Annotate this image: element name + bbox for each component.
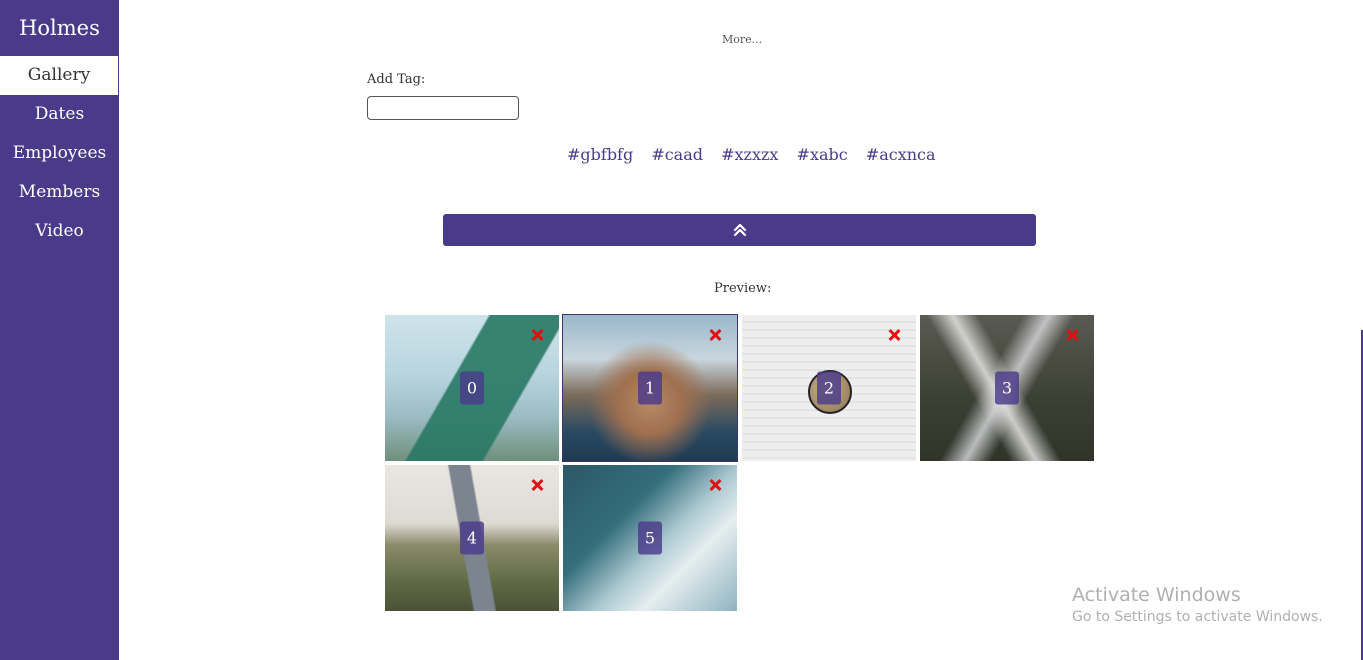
- more-link[interactable]: More...: [722, 33, 762, 46]
- watermark-title: Activate Windows: [1072, 584, 1241, 606]
- close-icon[interactable]: [709, 479, 721, 491]
- close-icon[interactable]: [709, 329, 721, 341]
- image-index-badge: 0: [460, 371, 484, 405]
- close-icon[interactable]: [531, 479, 543, 491]
- tag-item[interactable]: #caad: [651, 145, 703, 164]
- image-index-badge: 1: [638, 371, 662, 405]
- gallery-image-selected[interactable]: 1: [562, 314, 738, 462]
- tag-input[interactable]: [367, 96, 519, 120]
- add-tag-label: Add Tag:: [367, 72, 426, 87]
- gallery-image[interactable]: 2: [742, 315, 916, 461]
- gallery-image[interactable]: 5: [563, 465, 737, 611]
- sidebar-item-members[interactable]: Members: [0, 173, 119, 212]
- close-icon[interactable]: [531, 329, 543, 341]
- brand-title: Holmes: [19, 16, 100, 40]
- tag-list: #gbfbfg #caad #xzxzx #xabc #acxnca: [567, 145, 949, 164]
- double-chevron-up-icon: [733, 223, 746, 237]
- tag-item[interactable]: #xabc: [797, 145, 848, 164]
- preview-label: Preview:: [714, 281, 772, 296]
- image-index-badge: 2: [817, 371, 841, 405]
- gallery-image[interactable]: 3: [920, 315, 1094, 461]
- sidebar-item-video[interactable]: Video: [0, 212, 119, 251]
- tag-item[interactable]: #xzxzx: [721, 145, 778, 164]
- gallery-image[interactable]: 0: [385, 315, 559, 461]
- collapse-button[interactable]: [443, 214, 1036, 246]
- close-icon[interactable]: [888, 329, 900, 341]
- watermark-subtitle: Go to Settings to activate Windows.: [1072, 609, 1323, 625]
- image-index-badge: 5: [638, 521, 662, 555]
- sidebar-item-gallery[interactable]: Gallery: [0, 56, 118, 95]
- sidebar-item-employees[interactable]: Employees: [0, 134, 119, 173]
- gallery-image[interactable]: 4: [385, 465, 559, 611]
- close-icon[interactable]: [1066, 329, 1078, 341]
- tag-item[interactable]: #acxnca: [866, 145, 936, 164]
- windows-activation-watermark: Activate Windows Go to Settings to activ…: [1072, 584, 1323, 625]
- image-index-badge: 4: [460, 521, 484, 555]
- image-index-badge: 3: [995, 371, 1019, 405]
- sidebar-item-dates[interactable]: Dates: [0, 95, 119, 134]
- main-content: More... Add Tag: #gbfbfg #caad #xzxzx #x…: [119, 0, 1363, 660]
- sidebar: Holmes Gallery Dates Employees Members V…: [0, 0, 119, 660]
- tag-item[interactable]: #gbfbfg: [567, 145, 633, 164]
